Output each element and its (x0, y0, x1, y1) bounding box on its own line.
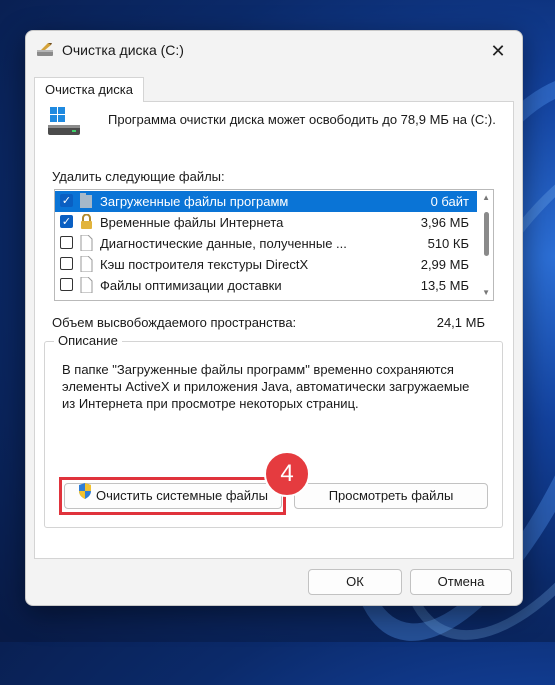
title-bar[interactable]: Очистка диска (C:) ✕ (26, 31, 522, 69)
list-item[interactable]: Диагностические данные, полученные ... 5… (55, 233, 477, 254)
tab-disk-cleanup[interactable]: Очистка диска (34, 77, 144, 102)
list-item[interactable]: ✓ Загруженные файлы программ 0 байт (55, 191, 477, 212)
annotation-highlight-box (59, 477, 286, 515)
file-category-size: 3,96 МБ (420, 215, 469, 230)
files-to-delete-label: Удалить следующие файлы: (52, 169, 225, 184)
file-icon (80, 234, 93, 252)
checkbox[interactable] (60, 278, 73, 291)
file-category-size: 2,99 МБ (420, 257, 469, 272)
space-freed-label: Объем высвобождаемого пространства: (52, 315, 297, 330)
checkbox-checked[interactable]: ✓ (60, 194, 73, 207)
list-item[interactable]: Файлы оптимизации доставки 13,5 МБ (55, 275, 477, 296)
description-text: В папке "Загруженные файлы программ" вре… (62, 362, 470, 411)
list-scrollbar[interactable]: ▲ ▼ (479, 190, 493, 300)
checkbox[interactable] (60, 257, 73, 270)
checkbox[interactable] (60, 236, 73, 249)
file-category-size: 0 байт (430, 194, 469, 209)
folder-icon (80, 193, 93, 209)
hard-drive-icon (44, 105, 84, 148)
cancel-button[interactable]: Отмена (410, 569, 512, 595)
list-item[interactable]: ✓ Временные файлы Интернета 3,96 МБ (55, 212, 477, 233)
window-title: Очистка диска (C:) (62, 42, 184, 58)
annotation-step-badge: 4 (264, 451, 310, 497)
checkbox-checked[interactable]: ✓ (60, 215, 73, 228)
lock-icon (80, 213, 93, 230)
files-list[interactable]: ✓ Загруженные файлы программ 0 байт ✓ Вр… (54, 189, 494, 301)
disk-cleanup-window: Очистка диска (C:) ✕ Очистка диска Прогр… (25, 30, 523, 606)
file-category-size: 510 КБ (427, 236, 469, 251)
space-freed-value: 24,1 МБ (436, 315, 485, 330)
file-category-size: 13,5 МБ (420, 278, 469, 293)
scroll-up-icon[interactable]: ▲ (482, 193, 490, 202)
intro-text: Программа очистки диска может освободить… (108, 112, 496, 127)
disk-cleanup-icon (36, 42, 56, 61)
file-category-name: Файлы оптимизации доставки (100, 278, 282, 293)
description-label: Описание (54, 333, 122, 348)
scroll-down-icon[interactable]: ▼ (482, 288, 490, 297)
ok-button[interactable]: ОК (308, 569, 402, 595)
scrollbar-thumb[interactable] (484, 212, 489, 256)
file-category-name: Диагностические данные, полученные ... (100, 236, 347, 251)
file-icon (80, 276, 93, 294)
view-files-button[interactable]: Просмотреть файлы (294, 483, 488, 509)
file-icon (80, 255, 93, 273)
file-category-name: Временные файлы Интернета (100, 215, 284, 230)
file-category-name: Загруженные файлы программ (100, 194, 289, 209)
list-item[interactable]: Кэш построителя текстуры DirectX 2,99 МБ (55, 254, 477, 275)
close-icon[interactable]: ✕ (486, 40, 510, 62)
file-category-name: Кэш построителя текстуры DirectX (100, 257, 309, 272)
